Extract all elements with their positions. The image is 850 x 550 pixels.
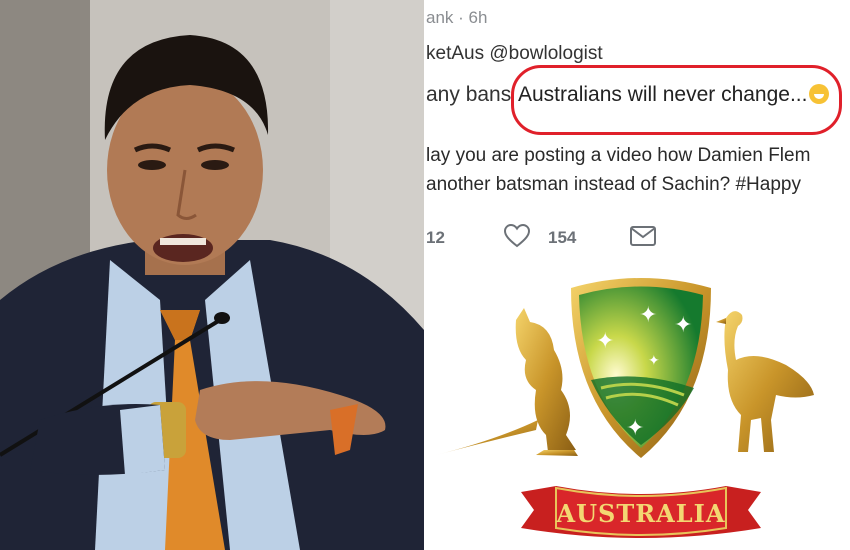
emu-icon <box>716 311 814 452</box>
tweet-actions: 12 154 <box>426 223 850 253</box>
tweet-card: ank · 6h ketAus @bowlologist any bans Au… <box>426 0 850 260</box>
kangaroo-icon <box>436 308 578 456</box>
speaker-illustration <box>0 0 424 550</box>
tweet-quote-prefix: any bans <box>426 83 512 106</box>
shield-icon: ✦ ✦ ✦ ✦ ✦ <box>571 278 711 458</box>
tweet-handle[interactable]: ketAus @bowlologist <box>426 43 603 65</box>
svg-text:✦: ✦ <box>626 416 644 441</box>
speaker-photo <box>0 0 424 550</box>
like-count: 154 <box>548 228 577 247</box>
cricket-australia-emblem: ✦ ✦ ✦ ✦ ✦ AUSTRALIA <box>426 270 850 550</box>
tweet-body-line-2: another batsman instead of Sachin? #Happ… <box>426 174 801 195</box>
tweet-body-line-1: lay you are posting a video how Damien F… <box>426 145 811 166</box>
svg-text:✦: ✦ <box>674 313 692 338</box>
heart-icon[interactable] <box>503 223 531 253</box>
tweet-meta: ank · 6h <box>426 8 488 27</box>
banner-text: AUSTRALIA <box>555 499 725 528</box>
svg-text:✦: ✦ <box>639 303 657 328</box>
tweet-panel: ank · 6h ketAus @bowlologist any bans Au… <box>426 0 850 550</box>
composite-image: ank · 6h ketAus @bowlologist any bans Au… <box>0 0 850 550</box>
highlight-ring <box>511 65 842 135</box>
svg-text:✦: ✦ <box>596 329 614 354</box>
svg-text:✦: ✦ <box>648 353 660 369</box>
reply-count: 12 <box>426 228 445 247</box>
australia-banner: AUSTRALIA <box>521 486 761 538</box>
mail-icon[interactable] <box>630 226 656 251</box>
